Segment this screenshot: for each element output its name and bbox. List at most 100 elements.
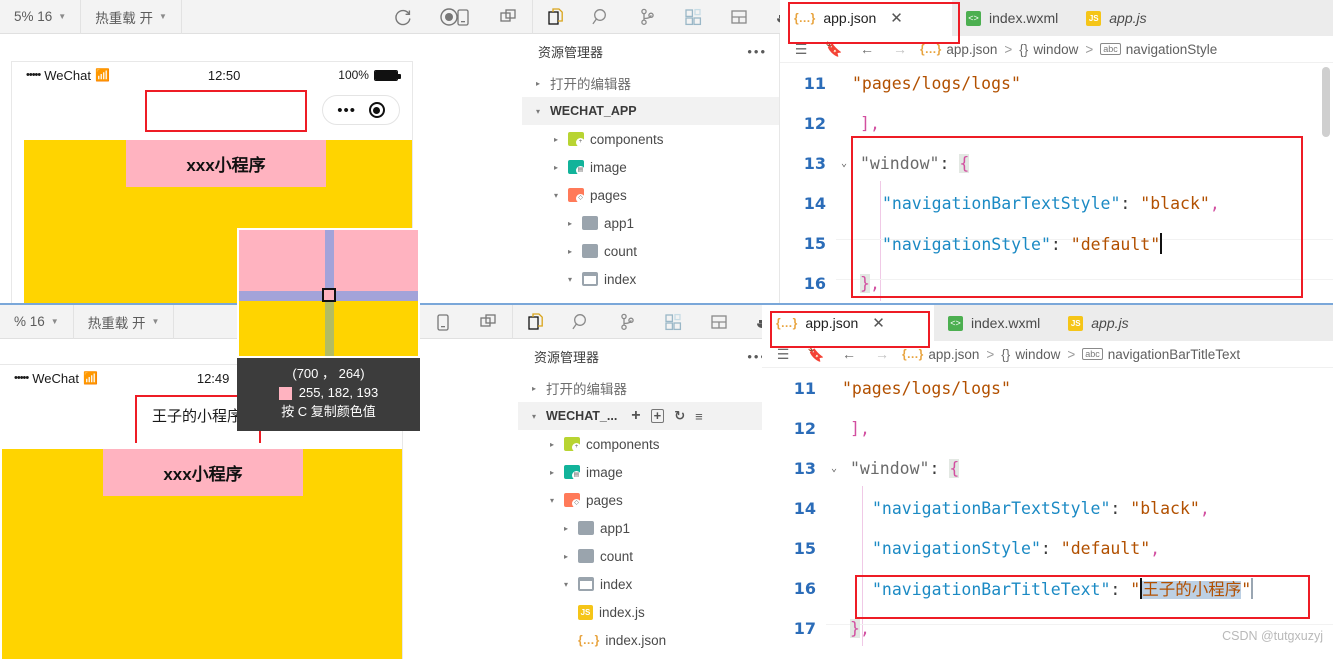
chevron-down-icon: ▼ xyxy=(158,12,167,21)
back-arrow-icon[interactable]: ← xyxy=(836,346,862,362)
capsule-button-top[interactable]: ••• xyxy=(322,95,400,125)
tree-item-index-top[interactable]: ▾ index xyxy=(522,265,779,293)
tab-index-wxml-bottom[interactable]: <> index.wxml xyxy=(934,305,1054,341)
breadcrumb-segment-window-top[interactable]: {} window xyxy=(1019,42,1078,57)
status-bar-left: ••••• WeChat 📶 xyxy=(14,371,98,386)
phone-icon[interactable] xyxy=(420,305,466,339)
breadcrumb-segment-window-bottom[interactable]: {} window xyxy=(1001,347,1060,362)
carrier-label: WeChat xyxy=(44,67,91,83)
editor-vertical-scrollbar-top[interactable] xyxy=(1319,63,1333,305)
folder-open-icon xyxy=(582,272,598,286)
code-token: : xyxy=(1110,498,1131,518)
code-token: , xyxy=(1150,538,1161,558)
signal-dots-icon: ••••• xyxy=(26,69,41,81)
tree-item-label: components xyxy=(590,131,664,147)
zoom-selector-bottom[interactable]: % 16 ▼ xyxy=(0,305,74,339)
folder-green-icon: + xyxy=(564,437,581,452)
breadcrumb-segment-prop-top[interactable]: abc navigationStyle xyxy=(1100,42,1217,57)
tree-item-index-bottom[interactable]: ▾ index xyxy=(518,570,779,598)
folder-open-icon xyxy=(578,577,594,591)
tree-item-image-top[interactable]: ▸ ▤ image xyxy=(522,153,779,181)
multi-window-icon[interactable] xyxy=(486,0,532,34)
refresh-icon[interactable] xyxy=(380,0,426,34)
folder-green-icon: + xyxy=(568,132,585,147)
tree-item-pages-bottom[interactable]: ▾ ◇ pages xyxy=(518,486,779,514)
hot-reload-selector-top[interactable]: 热重载 开 ▼ xyxy=(81,0,182,34)
magnifier-pixel-cursor xyxy=(322,288,336,302)
project-root-label-bottom: WECHAT_... xyxy=(546,409,618,423)
explorer-title-top: 资源管理器 xyxy=(538,45,604,60)
fold-toggle-icon[interactable]: ⌄ xyxy=(826,463,842,474)
outline-icon[interactable]: ☰ xyxy=(770,346,796,363)
phone-icon[interactable] xyxy=(440,0,486,34)
tree-item-label: app1 xyxy=(604,215,635,231)
extensions-icon[interactable] xyxy=(670,0,716,34)
tree-item-count-top[interactable]: ▸ count xyxy=(522,237,779,265)
code-line[interactable]: 14 "navigationBarTextStyle": "black", xyxy=(770,488,1333,528)
abc-icon: abc xyxy=(1100,43,1121,55)
source-control-icon[interactable] xyxy=(604,305,650,339)
tree-item-pages-top[interactable]: ▾ ◇ pages xyxy=(522,181,779,209)
chevron-down-icon: ▼ xyxy=(50,317,59,326)
hot-reload-selector-bottom[interactable]: 热重载 开 ▼ xyxy=(74,305,175,339)
code-line[interactable]: 11 "pages/logs/logs" xyxy=(780,63,1333,103)
tree-item-label: image xyxy=(586,464,623,480)
project-root-row-top[interactable]: ▾ WECHAT_APP xyxy=(522,97,779,125)
tree-item-app1-top[interactable]: ▸ app1 xyxy=(522,209,779,237)
tree-item-index-json[interactable]: {…} index.json xyxy=(518,626,779,654)
fold-toggle-icon[interactable]: ⌄ xyxy=(836,158,852,169)
tree-item-image-bottom[interactable]: ▸ ▤ image xyxy=(518,458,779,486)
code-line[interactable]: 12 ], xyxy=(770,408,1333,448)
forward-arrow-icon[interactable]: → xyxy=(869,346,895,362)
folder-teal-icon: ▤ xyxy=(568,160,585,175)
js-icon: JS xyxy=(1086,10,1102,26)
copy-files-icon[interactable] xyxy=(532,0,578,34)
color-picker-magnifier: (700 ， 264) 255, 182, 193 按 C 复制颜色值 xyxy=(237,228,420,431)
breadcrumb-segment-prop-bottom[interactable]: abc navigationBarTitleText xyxy=(1082,347,1240,362)
chevron-right-icon: ▸ xyxy=(567,246,572,256)
tab-app-js-bottom[interactable]: JS app.js xyxy=(1054,305,1142,341)
project-root-row-bottom[interactable]: ▾ WECHAT_... + + ↻ ≡ xyxy=(518,402,779,430)
chevron-down-icon: ▾ xyxy=(567,274,572,284)
bookmark-icon[interactable]: 🔖 xyxy=(803,346,829,363)
devtools-window-bottom: % 16 ▼ 热重载 开 ▼ ••••• WeChat 📶 12:49 王子的小… xyxy=(0,305,1333,659)
breadcrumb-segment-file-bottom[interactable]: {…} app.json xyxy=(902,347,979,362)
new-folder-icon[interactable]: + xyxy=(650,409,665,423)
extensions-icon[interactable] xyxy=(650,305,696,339)
tab-index-wxml-top[interactable]: <> index.wxml xyxy=(952,0,1072,36)
wxml-icon: <> xyxy=(966,10,981,26)
new-file-icon[interactable]: + xyxy=(631,407,640,425)
code-line[interactable]: 11 "pages/logs/logs" xyxy=(770,368,1333,408)
zoom-selector-top[interactable]: 5% 16 ▼ xyxy=(0,0,82,34)
code-token: "navigationStyle" xyxy=(872,538,1041,558)
tree-item-components-top[interactable]: ▸ + components xyxy=(522,125,779,153)
tree-item-index-js[interactable]: JS index.js xyxy=(518,598,779,626)
breadcrumb-separator: > xyxy=(1085,41,1094,57)
brace-icon: {} xyxy=(1019,41,1029,57)
open-editors-row-bottom[interactable]: ▸ 打开的编辑器 xyxy=(518,374,779,402)
multi-window-icon[interactable] xyxy=(466,305,512,339)
copy-files-icon[interactable] xyxy=(512,305,558,339)
tab-app-js-top[interactable]: JS app.js xyxy=(1072,0,1160,36)
wxml-icon: <> xyxy=(948,315,963,331)
breadcrumb-separator: > xyxy=(1067,346,1076,362)
layout-icon[interactable] xyxy=(696,305,742,339)
collapse-all-icon[interactable]: ≡ xyxy=(695,409,703,424)
open-editors-row-top[interactable]: ▸ 打开的编辑器 xyxy=(522,69,779,97)
search-icon[interactable] xyxy=(558,305,604,339)
hot-reload-label: 热重载 开 xyxy=(95,10,153,26)
line-number: 16 xyxy=(803,273,826,293)
tab-label: app.js xyxy=(1091,315,1129,331)
tree-item-components-bottom[interactable]: ▸ + components xyxy=(518,430,779,458)
layout-icon[interactable] xyxy=(716,0,762,34)
source-control-icon[interactable] xyxy=(624,0,670,34)
tree-item-count-bottom[interactable]: ▸ count xyxy=(518,542,779,570)
abc-icon: abc xyxy=(1082,348,1103,360)
tree-item-app1-bottom[interactable]: ▸ app1 xyxy=(518,514,779,542)
code-line[interactable]: 13 ⌄ "window": { xyxy=(770,448,1333,488)
code-line[interactable]: 15 "navigationStyle": "default", xyxy=(770,528,1333,568)
code-token: "pages/logs/logs" xyxy=(842,378,1011,398)
search-icon[interactable] xyxy=(578,0,624,34)
explorer-more-icon[interactable]: ••• xyxy=(747,44,767,59)
refresh-icon[interactable]: ↻ xyxy=(674,408,685,424)
